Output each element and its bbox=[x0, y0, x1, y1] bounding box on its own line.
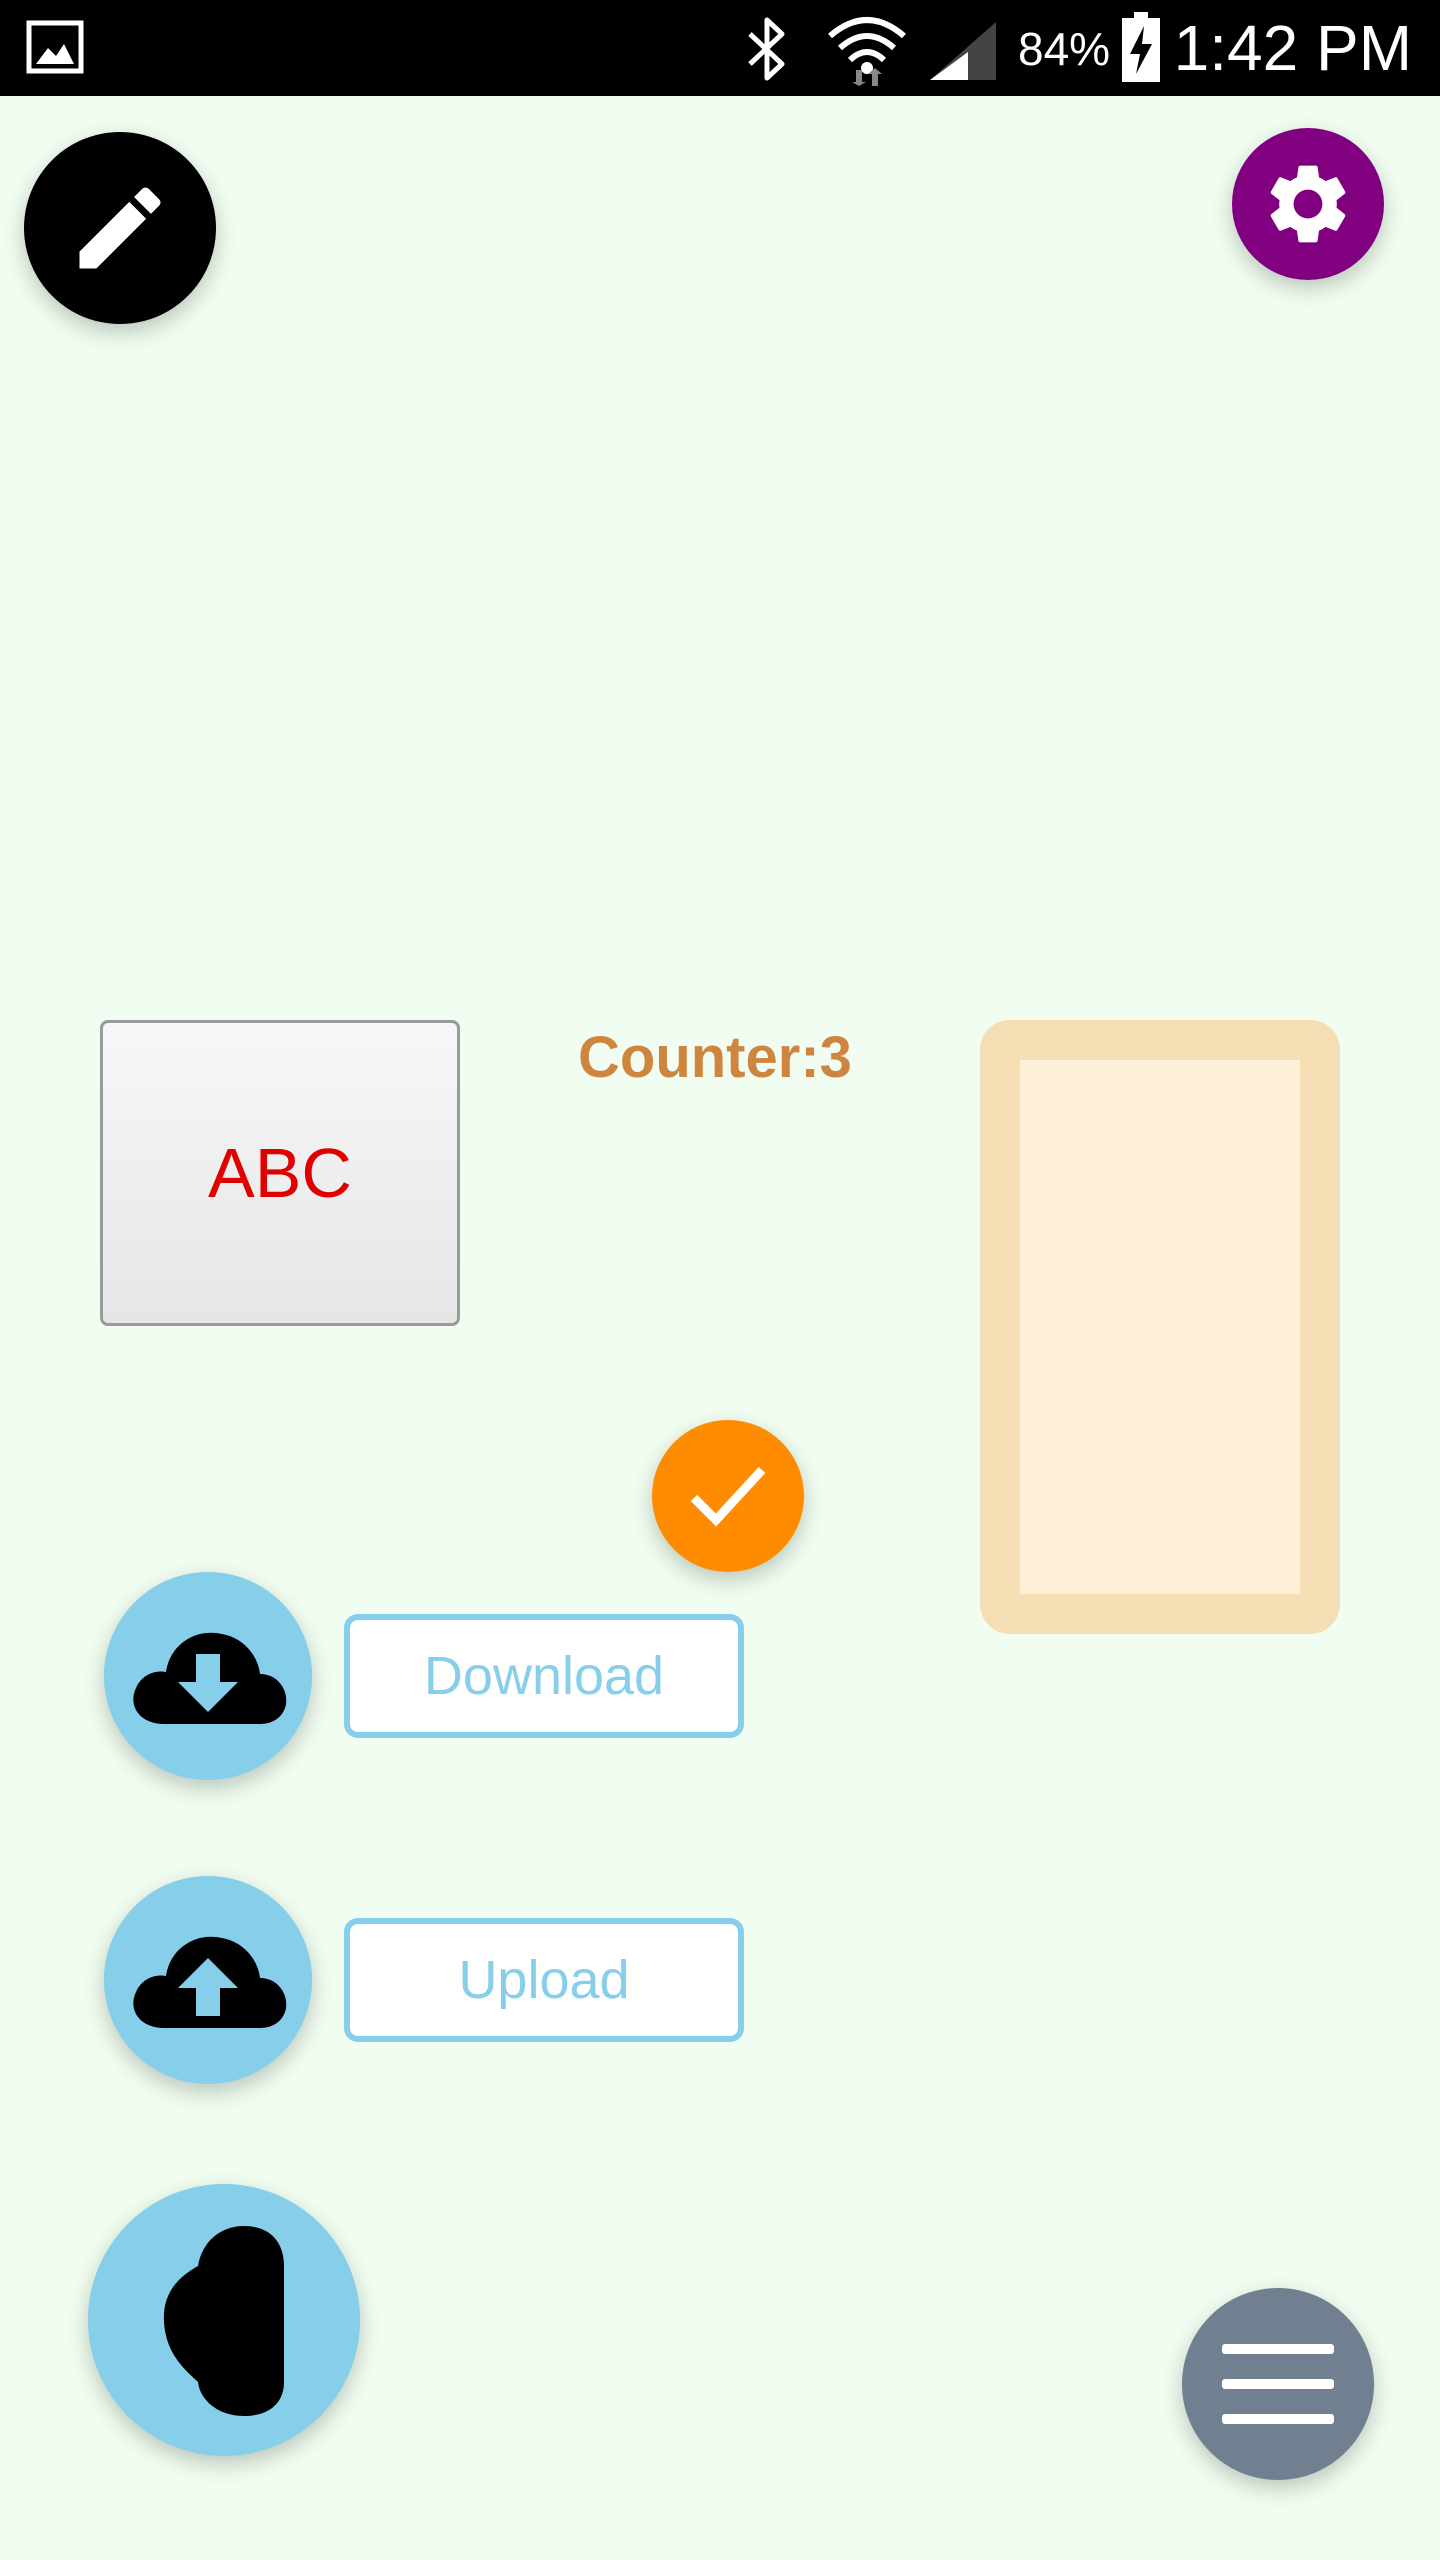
gallery-icon bbox=[26, 20, 84, 74]
cloud-download-icon bbox=[133, 1632, 287, 1724]
settings-button[interactable] bbox=[1232, 128, 1384, 280]
battery-percent: 84% bbox=[1018, 23, 1111, 75]
clock: 1:42 PM bbox=[1173, 12, 1412, 84]
pencil-icon bbox=[79, 187, 161, 269]
gear-icon bbox=[1270, 165, 1346, 243]
blob-icon bbox=[163, 2226, 284, 2416]
upload-cloud-button[interactable] bbox=[104, 1876, 312, 2084]
bluetooth-icon bbox=[748, 17, 785, 81]
beige-panel bbox=[980, 1020, 1340, 1634]
blob-button[interactable] bbox=[88, 2184, 360, 2456]
upload-button[interactable]: Upload bbox=[344, 1918, 744, 2042]
menu-button[interactable] bbox=[1182, 2288, 1374, 2480]
download-button-label: Download bbox=[423, 1646, 665, 1706]
battery-charging-icon bbox=[1122, 12, 1160, 82]
check-button[interactable] bbox=[652, 1420, 804, 1572]
abc-button-label: ABC bbox=[208, 1134, 352, 1212]
wifi-icon bbox=[828, 17, 906, 86]
hamburger-menu-icon bbox=[1222, 2344, 1334, 2424]
status-bar: 84% 1:42 PM bbox=[0, 0, 1440, 96]
cloud-upload-icon bbox=[133, 1936, 287, 2028]
check-icon bbox=[690, 1466, 766, 1527]
cell-signal-icon bbox=[930, 22, 996, 80]
edit-button[interactable] bbox=[24, 132, 216, 324]
abc-button[interactable]: ABC bbox=[100, 1020, 460, 1326]
download-button[interactable]: Download bbox=[344, 1614, 744, 1738]
download-cloud-button[interactable] bbox=[104, 1572, 312, 1780]
counter-label: Counter:3 bbox=[578, 1025, 852, 1090]
upload-button-label: Upload bbox=[458, 1950, 630, 2010]
